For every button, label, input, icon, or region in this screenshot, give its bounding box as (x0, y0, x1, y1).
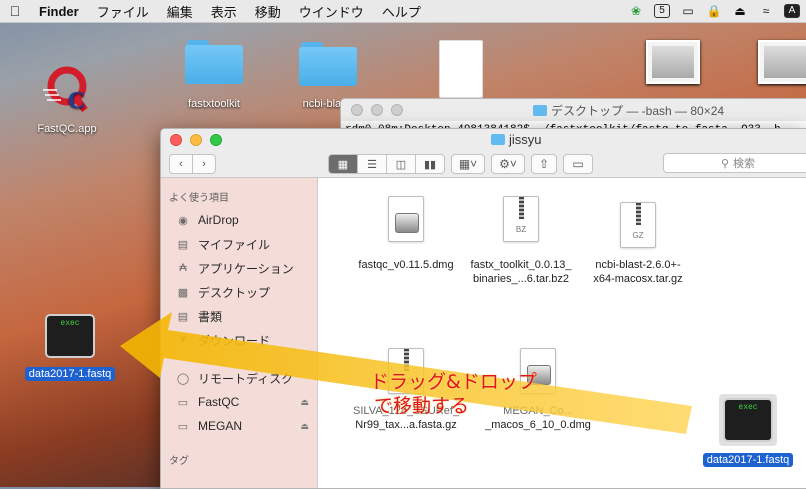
exec-file-icon: exec (723, 398, 773, 442)
annotation-line1: ドラッグ&ドロップ (370, 371, 537, 393)
file-label: data2017-1.fastq (702, 453, 794, 467)
annotation-text: ドラッグ&ドロップ で移動する (370, 370, 537, 418)
finder-file-fastq[interactable]: exec data2017-1.fastq (698, 394, 798, 468)
annotation-line2: で移動する (374, 395, 470, 417)
file-selection-box: exec (719, 394, 777, 446)
